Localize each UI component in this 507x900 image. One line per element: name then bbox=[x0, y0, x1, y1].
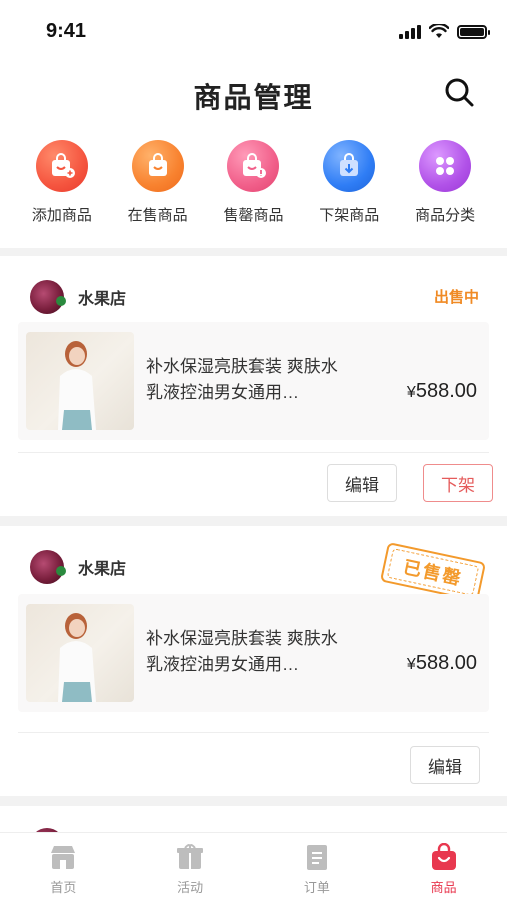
status-icons bbox=[399, 24, 490, 39]
currency-symbol: ¥ bbox=[406, 384, 416, 401]
wifi-icon bbox=[429, 24, 449, 38]
product-card: 水果店 已售罄 补水保湿亮肤套装 爽肤水乳液控油男女通用… ¥588.00 编辑 bbox=[0, 526, 507, 796]
price-value: 588.00 bbox=[415, 380, 477, 402]
quick-nav: 添加商品 在售商品 售罄商品 下架商品 商品分类 bbox=[0, 126, 507, 248]
quick-nav-label: 在售商品 bbox=[127, 207, 188, 224]
edit-button[interactable]: 编辑 bbox=[410, 746, 480, 784]
sold-out-stamp: 已售罄 bbox=[379, 542, 487, 602]
quick-nav-label: 商品分类 bbox=[415, 207, 476, 224]
status-time: 9:41 bbox=[46, 20, 87, 42]
stamp-text: 已售罄 bbox=[401, 556, 465, 589]
shop-name: 水果店 bbox=[78, 561, 127, 578]
currency-symbol: ¥ bbox=[406, 656, 416, 673]
on-sale-icon bbox=[131, 140, 184, 192]
divider bbox=[18, 732, 489, 733]
divider bbox=[18, 452, 489, 453]
status-badge: 出售中 bbox=[433, 289, 479, 306]
order-icon bbox=[306, 845, 327, 870]
shop-avatar bbox=[30, 550, 66, 584]
quick-nav-sold-out[interactable]: 售罄商品 bbox=[212, 126, 294, 248]
quick-nav-label: 售罄商品 bbox=[223, 207, 284, 224]
activity-icon bbox=[177, 844, 204, 869]
quick-nav-delisted[interactable]: 下架商品 bbox=[308, 126, 390, 248]
product-row[interactable]: 补水保湿亮肤套装 爽肤水乳液控油男女通用… ¥588.00 bbox=[18, 322, 489, 440]
shop-avatar bbox=[30, 280, 66, 314]
product-price: ¥588.00 bbox=[407, 652, 477, 675]
delist-button[interactable]: 下架 bbox=[423, 464, 493, 502]
tab-orders[interactable]: 订单 bbox=[272, 833, 362, 900]
price-value: 588.00 bbox=[415, 652, 477, 674]
tab-label: 活动 bbox=[177, 880, 204, 895]
product-title: 补水保湿亮肤套装 爽肤水乳液控油男女通用… bbox=[146, 357, 338, 402]
status-bar: 9:41 bbox=[0, 0, 507, 60]
product-image bbox=[26, 332, 134, 430]
battery-icon bbox=[457, 24, 490, 39]
delisted-icon bbox=[323, 140, 376, 192]
cellular-signal-icon bbox=[399, 24, 421, 39]
home-icon bbox=[51, 846, 76, 869]
quick-nav-on-sale[interactable]: 在售商品 bbox=[117, 126, 199, 248]
quick-nav-label: 添加商品 bbox=[31, 207, 92, 224]
quick-nav-label: 下架商品 bbox=[319, 207, 380, 224]
product-title: 补水保湿亮肤套装 爽肤水乳液控油男女通用… bbox=[146, 629, 338, 674]
tab-home[interactable]: 首页 bbox=[18, 833, 108, 900]
search-icon[interactable] bbox=[443, 76, 475, 108]
product-row[interactable]: 补水保湿亮肤套装 爽肤水乳液控油男女通用… ¥588.00 bbox=[18, 594, 489, 712]
product-card: 水果店 出售中 补水保湿亮肤套装 爽肤水乳液控油男女通用… ¥588.00 编辑… bbox=[0, 256, 507, 516]
product-image bbox=[26, 604, 134, 702]
add-product-icon bbox=[35, 140, 88, 192]
tab-label: 首页 bbox=[50, 880, 77, 895]
tab-label: 商品 bbox=[430, 880, 457, 895]
tab-bar: 首页 活动 订单 商品 bbox=[0, 832, 507, 900]
product-bag-icon bbox=[431, 843, 456, 870]
shop-name: 水果店 bbox=[78, 291, 127, 308]
tab-products[interactable]: 商品 bbox=[399, 833, 489, 900]
page-title: 商品管理 bbox=[193, 82, 314, 113]
tab-activity[interactable]: 活动 bbox=[145, 833, 235, 900]
quick-nav-add-product[interactable]: 添加商品 bbox=[21, 126, 103, 248]
sold-out-icon bbox=[227, 140, 280, 192]
category-icon bbox=[419, 140, 472, 192]
shop-header: 水果店 bbox=[30, 550, 126, 584]
tab-label: 订单 bbox=[303, 880, 330, 895]
app-header: 商品管理 bbox=[0, 60, 507, 126]
product-price: ¥588.00 bbox=[407, 380, 477, 403]
edit-button[interactable]: 编辑 bbox=[327, 464, 397, 502]
quick-nav-category[interactable]: 商品分类 bbox=[404, 126, 486, 248]
shop-header: 水果店 bbox=[30, 280, 126, 314]
